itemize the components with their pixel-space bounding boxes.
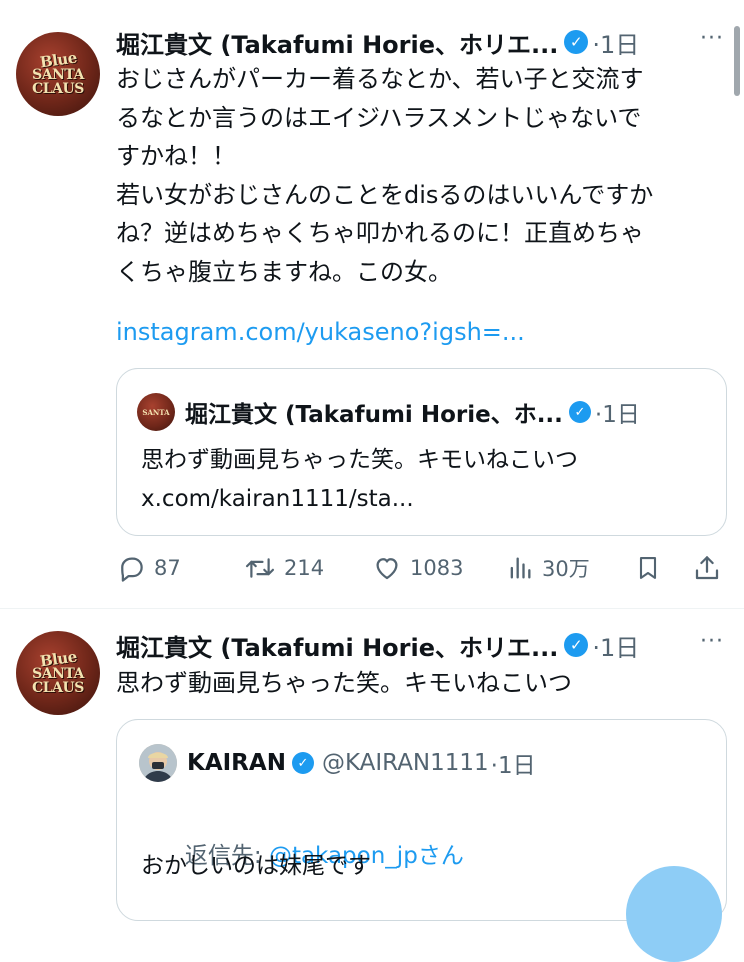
reply-count: 87	[154, 556, 181, 580]
verified-badge-icon: ✓	[568, 401, 591, 423]
avatar[interactable]: Blue SANTA CLAUS	[16, 32, 100, 116]
tweet-header: 堀江貴文 (Takafumi Horie、ホリエ... ✓ ·1日	[116, 24, 639, 60]
quoted-text: 思わず動画見ちゃった笑。キモいねこいつ	[141, 447, 578, 473]
verified-badge-icon: ✓	[291, 752, 314, 774]
quoted-text: おかしいのは妹尾です	[141, 853, 371, 879]
tweet-header: 堀江貴文 (Takafumi Horie、ホリエ... ✓ ·1日	[116, 627, 639, 663]
more-options-icon[interactable]: ···	[700, 26, 724, 51]
avatar-logo-text: Blue	[38, 48, 78, 71]
bookmark-button[interactable]	[634, 548, 662, 588]
tweet[interactable]: Blue SANTA CLAUS 堀江貴文 (Takafumi Horie、ホリ…	[0, 609, 744, 921]
quoted-avatar[interactable]	[139, 744, 177, 782]
tweet-text: 思わず動画見ちゃった笑。キモいねこいつ	[116, 669, 572, 697]
quoted-header: 堀江貴文 (Takafumi Horie、ホ... ✓ ·1日	[185, 395, 640, 429]
author-name[interactable]: 堀江貴文 (Takafumi Horie、ホリエ...	[116, 25, 558, 60]
quoted-link: x.com/kairan1111/sta...	[141, 486, 414, 512]
retweet-button[interactable]: 214	[244, 548, 324, 588]
action-bar: 87 214 1083 30万	[116, 548, 728, 588]
verified-badge-icon: ✓	[564, 30, 589, 54]
avatar[interactable]: Blue SANTA CLAUS	[16, 631, 100, 715]
views-count: 30万	[542, 557, 590, 581]
quoted-header: KAIRAN ✓ @KAIRAN1111 ·1日	[187, 746, 536, 780]
person-photo-icon	[139, 744, 177, 782]
quoted-timestamp: ·1日	[490, 753, 536, 779]
retweet-count: 214	[284, 556, 325, 580]
share-icon	[692, 553, 722, 583]
quoted-handle: @KAIRAN1111	[321, 750, 489, 776]
quoted-avatar[interactable]: SANTA	[137, 393, 175, 431]
views-icon	[506, 553, 534, 583]
retweet-icon	[244, 553, 276, 583]
tweet-text: おじさんがパーカー着るなとか、若い子と交流す るなとか言うのはエイジハラスメント…	[116, 65, 654, 286]
timestamp[interactable]: ·1日	[592, 628, 639, 663]
reply-button[interactable]: 87	[116, 548, 181, 588]
avatar-logo-text: SANTA	[142, 407, 170, 417]
quoted-timestamp: ·1日	[594, 402, 640, 428]
quoted-tweet[interactable]: SANTA 堀江貴文 (Takafumi Horie、ホ... ✓ ·1日 思わ…	[116, 368, 727, 536]
quoted-author-name[interactable]: 堀江貴文 (Takafumi Horie、ホ...	[185, 395, 563, 429]
author-name[interactable]: 堀江貴文 (Takafumi Horie、ホリエ...	[116, 628, 558, 663]
avatar-logo-text: CLAUS	[32, 80, 84, 97]
reply-suffix: さん	[417, 842, 464, 869]
like-count: 1083	[410, 556, 464, 580]
views-button[interactable]: 30万	[506, 548, 590, 588]
timestamp[interactable]: ·1日	[592, 25, 639, 60]
like-button[interactable]: 1083	[372, 548, 463, 588]
verified-badge-icon: ✓	[564, 633, 589, 657]
avatar-logo-text: SANTA	[32, 665, 84, 682]
share-button[interactable]	[692, 548, 722, 588]
tweet-link[interactable]: instagram.com/yukaseno?igsh=...	[116, 313, 525, 352]
reply-icon	[116, 553, 146, 583]
more-options-icon[interactable]: ···	[700, 629, 724, 654]
avatar-logo-text: SANTA	[32, 66, 84, 83]
avatar-logo-text: Blue	[38, 647, 78, 670]
like-icon	[372, 553, 402, 583]
tweet[interactable]: Blue SANTA CLAUS 堀江貴文 (Takafumi Horie、ホリ…	[0, 0, 744, 608]
avatar-logo-text: CLAUS	[32, 679, 84, 696]
quoted-author-name[interactable]: KAIRAN	[187, 750, 286, 776]
bookmark-icon	[634, 553, 662, 583]
compose-button[interactable]	[626, 866, 722, 962]
